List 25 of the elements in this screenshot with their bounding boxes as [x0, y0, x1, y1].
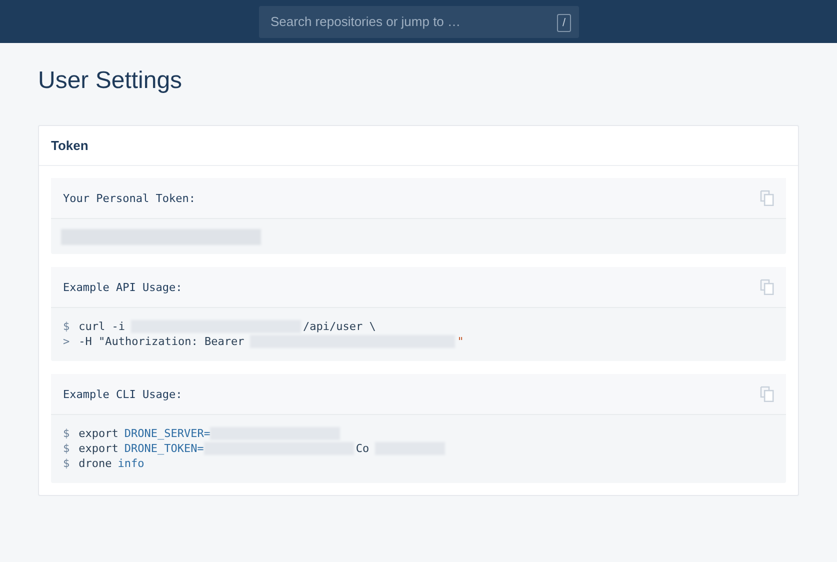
- code-text: DRONE_TOKEN=: [124, 442, 204, 455]
- code-text: Co: [356, 442, 370, 455]
- code-text: drone: [78, 457, 112, 470]
- prompt-symbol: $: [63, 427, 70, 440]
- code-text: /api/user \: [302, 320, 376, 333]
- code-text: info: [118, 457, 144, 470]
- prompt-symbol: $: [63, 457, 70, 470]
- code-text: DRONE_SERVER=: [124, 427, 210, 440]
- prompt-symbol: $: [63, 320, 70, 333]
- code-text: export: [78, 442, 118, 455]
- code-text: -H "Authorization: Bearer: [78, 335, 244, 348]
- prompt-symbol: >: [63, 335, 70, 348]
- section-label: Your Personal Token:: [63, 192, 196, 204]
- section-label: Example CLI Usage:: [63, 388, 182, 400]
- copy-icon[interactable]: [760, 190, 774, 206]
- code-text: export: [78, 427, 118, 440]
- copy-icon[interactable]: [760, 279, 774, 295]
- prompt-symbol: $: [63, 442, 70, 455]
- page-title: User Settings: [38, 67, 184, 95]
- copy-icon[interactable]: [760, 386, 774, 402]
- code-text: curl -i: [78, 320, 125, 333]
- shortcut-key: /: [557, 14, 570, 32]
- code-text: ": [457, 335, 464, 348]
- section-label: Example API Usage:: [63, 280, 182, 294]
- card-title: Token: [39, 126, 798, 166]
